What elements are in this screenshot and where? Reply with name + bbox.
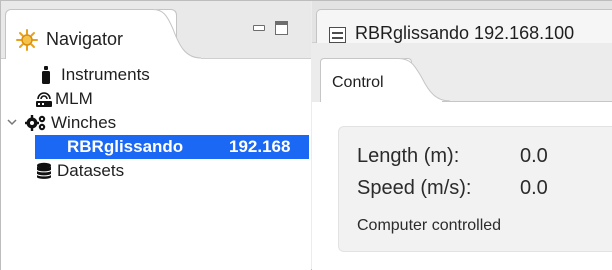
navigator-tab[interactable]: Navigator	[5, 9, 177, 59]
mlm-icon	[36, 92, 52, 107]
control-mode-status: Computer controlled	[357, 217, 502, 234]
length-row: Length (m): 0.0	[357, 145, 548, 168]
tree-item-label: Instruments	[61, 65, 150, 84]
tree-item-label: Winches	[51, 113, 117, 132]
editor-tab-rbrglissando[interactable]: RBRglissando 192.168.100	[316, 9, 612, 43]
window-frame: Navigator Instruments MLM Winches RBRgli…	[0, 0, 612, 270]
chevron-down-icon[interactable]	[7, 117, 17, 127]
tree-item-address: 192.168	[229, 137, 291, 156]
minimize-view-button[interactable]	[253, 25, 265, 31]
tree-item-rbrglissando[interactable]: RBRglissando 192.168	[35, 135, 309, 159]
speed-row: Speed (m/s): 0.0	[357, 177, 548, 200]
editor-tab-title: RBRglissando 192.168.100	[355, 23, 575, 43]
length-value: 0.0	[520, 145, 548, 167]
tree-item-label: RBRglissando	[67, 137, 184, 156]
tree-item-label: MLM	[55, 89, 93, 108]
navigator-view: Navigator Instruments MLM Winches RBRgli…	[1, 1, 311, 270]
navigator-sun-icon	[16, 29, 38, 51]
form-icon	[329, 27, 346, 43]
database-icon	[36, 162, 52, 179]
tab-control-edge	[398, 58, 450, 102]
instrument-icon	[42, 66, 50, 84]
speed-label: Speed (m/s):	[357, 177, 472, 199]
navigator-title: Navigator	[46, 29, 124, 49]
navigator-tab-edge	[153, 9, 201, 59]
tab-control-label: Control	[332, 74, 384, 91]
subtab-bar: Control	[312, 44, 612, 102]
editor-header: RBRglissando 192.168.100	[312, 1, 612, 43]
tree-item-mlm[interactable]: MLM	[1, 87, 309, 111]
navigator-tree: Instruments MLM Winches RBRglissando 192…	[1, 59, 311, 270]
tree-item-instruments[interactable]: Instruments	[1, 63, 309, 87]
editor-area: RBRglissando 192.168.100 Control Length …	[312, 1, 612, 270]
maximize-view-button[interactable]	[275, 21, 288, 35]
control-panel: Length (m): 0.0 Speed (m/s): 0.0 Compute…	[312, 102, 612, 270]
tree-item-label: Datasets	[57, 161, 125, 180]
gears-icon	[25, 115, 46, 131]
winch-status-group: Length (m): 0.0 Speed (m/s): 0.0 Compute…	[338, 126, 612, 252]
navigator-header: Navigator	[1, 1, 311, 59]
length-label: Length (m):	[357, 145, 460, 167]
editor-body: Control Length (m): 0.0 Speed (m/s): 0.0…	[312, 44, 612, 270]
tree-item-datasets[interactable]: Datasets	[1, 159, 309, 183]
tree-item-winches[interactable]: Winches	[1, 111, 309, 135]
speed-value: 0.0	[520, 177, 548, 199]
